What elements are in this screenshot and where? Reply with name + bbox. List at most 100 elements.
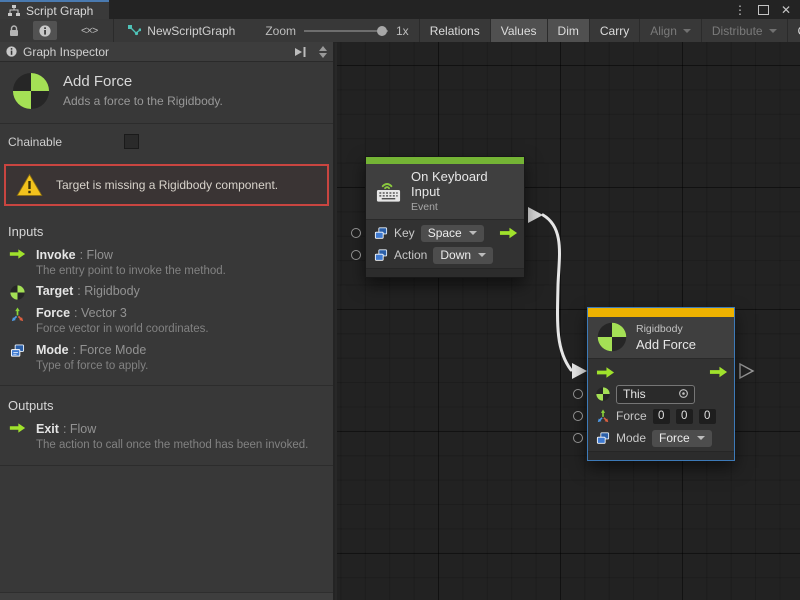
mode-input-port[interactable] xyxy=(573,433,583,443)
graph-asset-icon xyxy=(128,25,141,37)
inspector-title: Graph Inspector xyxy=(23,45,109,59)
target-input-port[interactable] xyxy=(573,389,583,399)
node-on-keyboard-input[interactable]: On Keyboard Input Event Key Space xyxy=(365,156,525,278)
force-row: Force 0 0 0 xyxy=(588,405,734,427)
enum-icon xyxy=(374,249,388,262)
force-x-field[interactable]: 0 xyxy=(653,409,670,424)
chevron-down-icon xyxy=(469,231,477,235)
scroll-up-icon[interactable] xyxy=(319,46,327,51)
node-add-force[interactable]: Rigidbody Add Force xyxy=(587,307,735,461)
inspector-toggle-icon[interactable] xyxy=(33,21,57,40)
outputs-header: Outputs xyxy=(0,386,333,416)
input-item-mode: Mode: Force Mode Type of force to apply. xyxy=(0,337,333,373)
distribute-dropdown[interactable]: Distribute xyxy=(702,19,788,42)
dock-panel-icon[interactable] xyxy=(293,47,307,57)
node-title: Add Force xyxy=(636,337,696,352)
chainable-label: Chainable xyxy=(8,135,62,149)
chevron-down-icon xyxy=(769,29,777,33)
vector3-icon xyxy=(8,307,26,322)
window-close-icon[interactable]: ✕ xyxy=(781,3,791,17)
dim-button[interactable]: Dim xyxy=(548,19,590,42)
unit-title: Add Force xyxy=(63,72,223,90)
graph-reference[interactable]: NewScriptGraph xyxy=(124,19,239,42)
key-input-port[interactable] xyxy=(351,228,361,238)
rigidbody-icon xyxy=(8,285,26,300)
input-item-target: Target: Rigidbody xyxy=(0,278,333,300)
flow-out-arrow-icon[interactable] xyxy=(709,367,728,378)
chainable-checkbox[interactable] xyxy=(124,134,139,149)
force-label: Force xyxy=(616,409,647,423)
graph-name: NewScriptGraph xyxy=(147,24,235,38)
graph-inspector-panel: Graph Inspector xyxy=(0,42,335,600)
window-maximize-icon[interactable] xyxy=(758,5,769,15)
zoom-slider-handle[interactable] xyxy=(377,26,387,36)
enum-icon xyxy=(374,227,388,240)
action-label: Action xyxy=(394,248,427,262)
target-row: This xyxy=(588,383,734,405)
script-graph-window: Script Graph ⋮ ✕ <×> xyxy=(0,0,800,600)
force-y-field[interactable]: 0 xyxy=(676,409,693,424)
rigidbody-icon xyxy=(596,387,610,401)
inspector-header: Graph Inspector xyxy=(0,42,333,62)
object-picker-icon[interactable] xyxy=(678,388,689,399)
scroll-down-icon[interactable] xyxy=(319,53,327,58)
force-input-port[interactable] xyxy=(573,411,583,421)
rigidbody-icon xyxy=(597,322,627,352)
toolbar-buttons: Relations Values Dim Carry Align Distrib… xyxy=(419,19,800,42)
chevron-down-icon xyxy=(697,436,705,440)
zoom-slider[interactable] xyxy=(304,30,388,32)
tab-title: Script Graph xyxy=(26,4,93,18)
values-button[interactable]: Values xyxy=(491,19,548,42)
flow-input-port xyxy=(572,363,587,379)
vector3-icon xyxy=(596,409,610,423)
node-body: This xyxy=(588,359,734,451)
force-z-field[interactable]: 0 xyxy=(699,409,716,424)
action-row: Action Down xyxy=(366,244,524,266)
mode-label: Mode xyxy=(616,431,646,445)
enum-icon xyxy=(8,344,26,358)
panel-resize-strip[interactable] xyxy=(0,592,333,600)
node-footer xyxy=(588,451,734,460)
overview-button[interactable]: Overview xyxy=(788,19,800,42)
key-dropdown[interactable]: Space xyxy=(421,225,484,242)
panel-scroll-spinner[interactable] xyxy=(319,46,327,58)
tab-script-graph[interactable]: Script Graph xyxy=(0,0,109,19)
mode-row: Mode Force xyxy=(588,427,734,449)
mode-dropdown[interactable]: Force xyxy=(652,430,712,447)
section-divider xyxy=(0,465,333,466)
node-header: Rigidbody Add Force xyxy=(588,317,734,359)
node-subtitle: Event xyxy=(411,201,514,213)
toolbar-separator xyxy=(113,19,114,42)
action-dropdown[interactable]: Down xyxy=(433,247,493,264)
relations-button[interactable]: Relations xyxy=(420,19,491,42)
carry-button[interactable]: Carry xyxy=(590,19,640,42)
align-dropdown[interactable]: Align xyxy=(640,19,702,42)
target-object-field[interactable]: This xyxy=(616,385,695,404)
unit-summary: Add Force Adds a force to the Rigidbody. xyxy=(0,62,333,124)
window-menu-icon[interactable]: ⋮ xyxy=(734,3,746,17)
chevron-down-icon xyxy=(683,29,691,33)
script-graph-tab-icon xyxy=(8,5,20,16)
enum-icon xyxy=(596,432,610,445)
zoom-label: Zoom xyxy=(265,24,296,38)
code-preview-icon[interactable]: <×> xyxy=(75,19,103,42)
graph-canvas[interactable]: On Keyboard Input Event Key Space xyxy=(337,42,800,600)
unit-description: Adds a force to the Rigidbody. xyxy=(63,94,223,108)
node-supertitle: Rigidbody xyxy=(636,323,696,335)
event-color-bar xyxy=(366,157,524,164)
flow-out-arrow-icon[interactable] xyxy=(499,228,518,239)
flow-output-port xyxy=(528,207,543,223)
input-item-force: Force: Vector 3 Force vector in world co… xyxy=(0,300,333,336)
graph-toolbar: <×> NewScriptGraph Zoom 1x Relations Val… xyxy=(0,19,800,43)
info-icon xyxy=(6,46,17,57)
zoom-control: Zoom 1x xyxy=(265,19,408,42)
input-item-invoke: Invoke: Flow The entry point to invoke t… xyxy=(0,242,333,278)
warning-text: Target is missing a Rigidbody component. xyxy=(56,178,278,192)
window-controls: ⋮ ✕ xyxy=(734,0,800,19)
flow-in-arrow-icon[interactable] xyxy=(596,367,615,378)
warning-icon xyxy=(16,173,43,197)
lock-icon[interactable] xyxy=(3,19,25,42)
action-input-port[interactable] xyxy=(351,250,361,260)
flow-row xyxy=(588,361,734,383)
node-body: Key Space Acti xyxy=(366,220,524,268)
